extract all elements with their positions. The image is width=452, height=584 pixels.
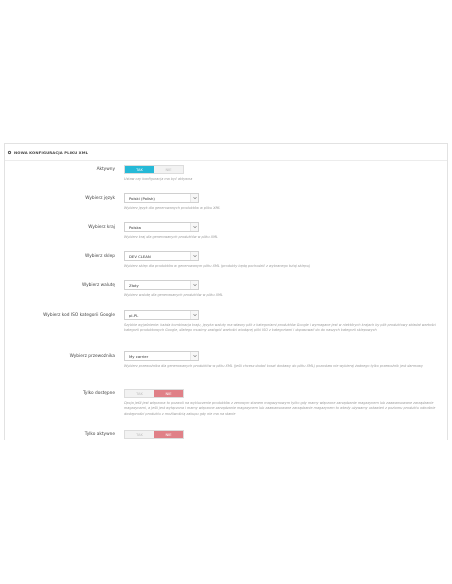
active-no-option[interactable]: NIE <box>154 166 183 173</box>
available-only-toggle[interactable]: TAK NIE <box>124 389 184 398</box>
currency-select[interactable]: Złoty <box>124 280 199 290</box>
help-language: Wybierz język dla generowanych produktów… <box>124 206 221 210</box>
chevron-down-icon <box>190 223 198 231</box>
google-category-value: pl-PL <box>129 312 139 318</box>
label-active-only: Tylko aktywne <box>84 432 115 437</box>
label-carrier: Wybierz przewoźnika <box>69 354 115 359</box>
row-country: Wybierz kraj Polska Wybierz kraj dla gen… <box>5 222 447 239</box>
country-select[interactable]: Polska <box>124 222 199 232</box>
help-shop: Wybierz sklep dla produktów w generowany… <box>124 264 311 268</box>
label-country: Wybierz kraj <box>88 225 115 230</box>
shop-select[interactable]: DEV CLEAN <box>124 251 199 261</box>
help-active: Ustaw czy konfiguracja ma być aktywna <box>124 177 193 181</box>
config-panel: NOWA KONFIGURACJA PLIKU XML Aktywny TAK … <box>4 143 448 440</box>
label-google-category: Wybierz kod ISO kategorii Google <box>43 313 115 318</box>
shop-value: DEV CLEAN <box>129 253 151 259</box>
chevron-down-icon <box>190 252 198 260</box>
label-currency: Wybierz walutę <box>81 283 115 288</box>
currency-value: Złoty <box>129 282 139 288</box>
carrier-value: My carrier <box>129 353 149 359</box>
country-value: Polska <box>129 224 141 230</box>
chevron-down-icon <box>190 311 198 319</box>
active-yes-option[interactable]: TAK <box>125 166 154 173</box>
language-value: Polski (Polish) <box>129 195 155 201</box>
panel-header: NOWA KONFIGURACJA PLIKU XML <box>5 144 447 161</box>
row-google-category: Wybierz kod ISO kategorii Google pl-PL S… <box>5 310 447 332</box>
help-carrier: Wybierz przewoźnika dla generowanych pro… <box>124 364 424 368</box>
available-only-yes-option[interactable]: TAK <box>125 390 154 397</box>
active-only-no-option[interactable]: NIE <box>154 431 183 438</box>
active-only-toggle[interactable]: TAK NIE <box>124 430 184 439</box>
active-toggle[interactable]: TAK NIE <box>124 165 184 174</box>
help-google-category: Szybkie wyjaśnienie: każda kombinacja kr… <box>124 323 436 333</box>
help-available-only: Opcja jeśli jest włączona to pozwoli na … <box>124 401 436 416</box>
panel-title: NOWA KONFIGURACJA PLIKU XML <box>14 149 89 155</box>
help-currency: Wybierz walutę dla generowanych produktó… <box>124 293 223 297</box>
chevron-down-icon <box>190 281 198 289</box>
language-select[interactable]: Polski (Polish) <box>124 193 199 203</box>
label-shop: Wybierz sklep <box>85 254 115 259</box>
carrier-select[interactable]: My carrier <box>124 351 199 361</box>
active-only-yes-option[interactable]: TAK <box>125 431 154 438</box>
row-language: Wybierz język Polski (Polish) Wybierz ję… <box>5 193 447 210</box>
google-category-select[interactable]: pl-PL <box>124 310 199 320</box>
label-available-only: Tylko dostępne <box>82 391 115 396</box>
chevron-down-icon <box>190 194 198 202</box>
row-shop: Wybierz sklep DEV CLEAN Wybierz sklep dl… <box>5 251 447 268</box>
row-carrier: Wybierz przewoźnika My carrier Wybierz p… <box>5 351 447 368</box>
available-only-no-option[interactable]: NIE <box>154 390 183 397</box>
label-active: Aktywny <box>96 167 115 172</box>
label-language: Wybierz język <box>85 196 115 201</box>
gear-icon <box>7 150 12 155</box>
row-currency: Wybierz walutę Złoty Wybierz walutę dla … <box>5 280 447 297</box>
help-country: Wybierz kraj dla generowanych produktów … <box>124 235 218 239</box>
chevron-down-icon <box>190 352 198 360</box>
